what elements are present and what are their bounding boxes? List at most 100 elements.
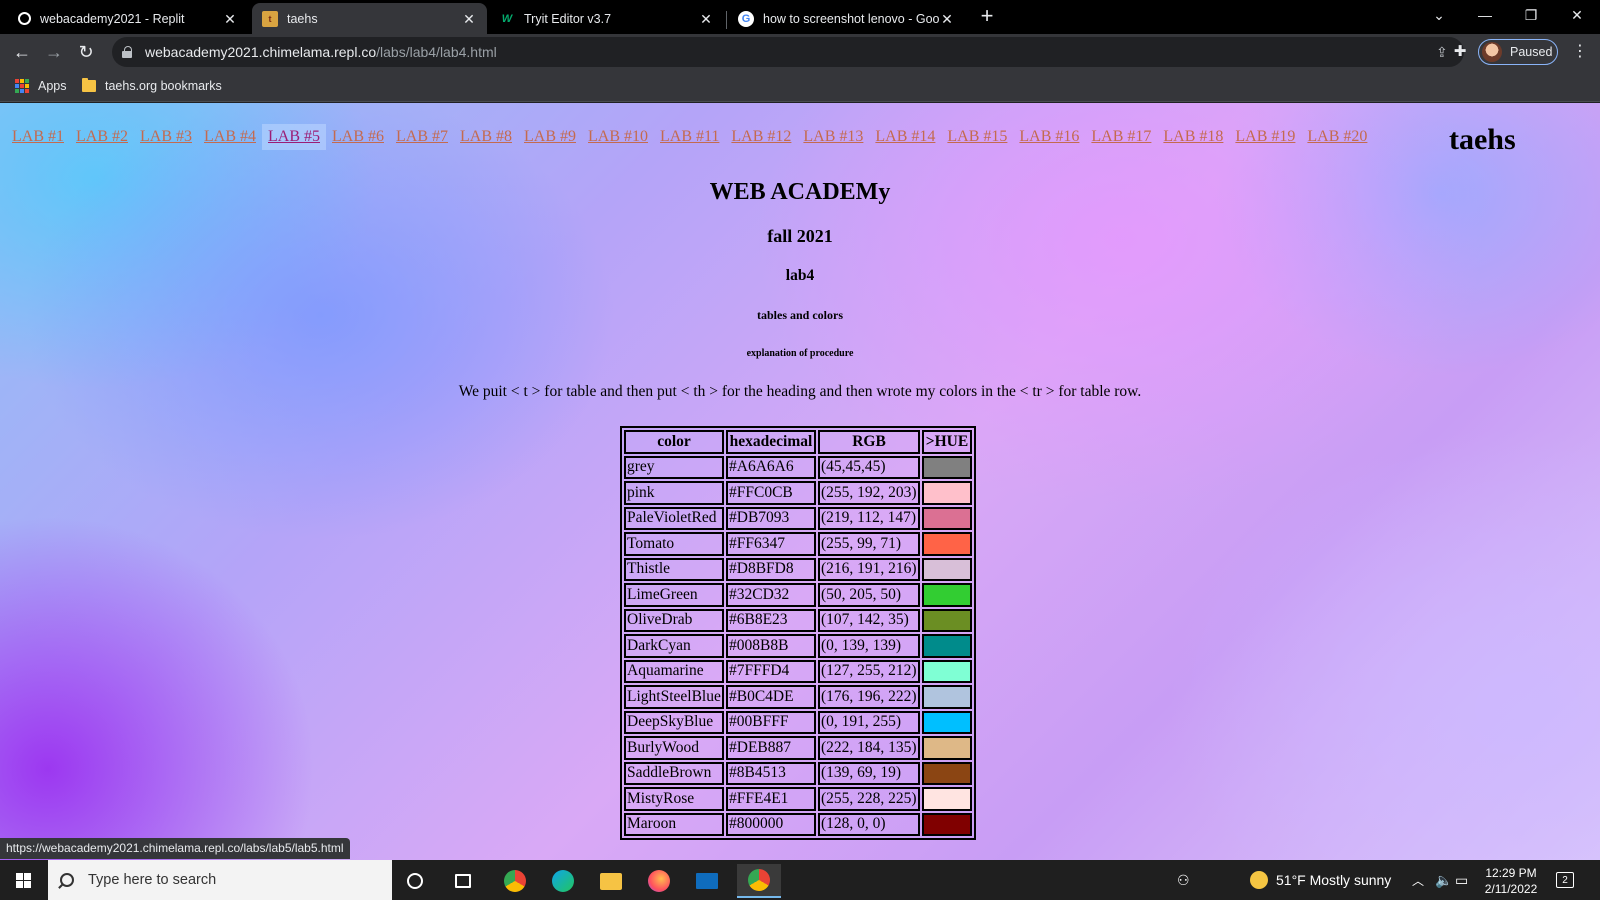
lab-link-3[interactable]: LAB #3 <box>134 124 198 150</box>
tab-title: how to screenshot lenovo - Goog <box>763 11 939 26</box>
cell-color-name: LimeGreen <box>624 583 724 607</box>
bookmark-taehs-folder[interactable]: taehs.org bookmarks <box>82 77 222 95</box>
cell-rgb: (219, 112, 147) <box>818 506 920 530</box>
cell-rgb: (127, 255, 212) <box>818 659 920 683</box>
back-arrow-icon[interactable]: ← <box>8 38 36 66</box>
close-icon[interactable]: ✕ <box>461 11 477 27</box>
lab-link-1[interactable]: LAB #1 <box>6 124 70 150</box>
address-bar[interactable]: webacademy2021.chimelama.repl.co/labs/la… <box>112 37 1464 67</box>
tab-taehs[interactable]: t taehs ✕ <box>252 3 487 34</box>
cell-color-name: MistyRose <box>624 787 724 811</box>
lab-link-7[interactable]: LAB #7 <box>390 124 454 150</box>
cell-color-name: PaleVioletRed <box>624 506 724 530</box>
lab-link-18[interactable]: LAB #18 <box>1157 124 1229 150</box>
table-header-row: color hexadecimal RGB >HUE <box>624 430 972 454</box>
site-brand: taehs <box>1449 123 1516 156</box>
lab-link-16[interactable]: LAB #16 <box>1013 124 1085 150</box>
lab-link-6[interactable]: LAB #6 <box>326 124 390 150</box>
lab-link-8[interactable]: LAB #8 <box>454 124 518 150</box>
color-swatch <box>922 583 972 607</box>
speaker-icon[interactable]: 🔈 <box>1435 860 1452 900</box>
browser-toolbar: ← → ↻ webacademy2021.chimelama.repl.co/l… <box>0 34 1600 70</box>
lab-link-5[interactable]: LAB #5 <box>262 124 326 150</box>
share-icon[interactable]: ⇪ <box>1436 44 1452 60</box>
lab-link-2[interactable]: LAB #2 <box>70 124 134 150</box>
forward-arrow-icon[interactable]: → <box>40 38 68 66</box>
taskbar: Type here to search ⚇ 51°F Mostly sunny … <box>0 860 1600 900</box>
edge-icon[interactable] <box>541 864 585 898</box>
table-row: Thistle #D8BFD8 (216, 191, 216) <box>624 557 972 581</box>
bookmarks-bar: Apps taehs.org bookmarks <box>0 70 1600 102</box>
cell-rgb: (0, 139, 139) <box>818 634 920 658</box>
lab-link-10[interactable]: LAB #10 <box>582 124 654 150</box>
cell-hex: #A6A6A6 <box>726 455 816 479</box>
tab-google[interactable]: G how to screenshot lenovo - Goog ✕ <box>728 3 965 34</box>
cortana-icon[interactable] <box>393 864 437 898</box>
header-rgb: RGB <box>818 430 920 454</box>
close-icon[interactable]: ✕ <box>222 11 238 27</box>
network-icon[interactable]: ▭ <box>1455 860 1468 900</box>
cell-color-name: Aquamarine <box>624 659 724 683</box>
color-swatch <box>922 787 972 811</box>
cell-hex: #6B8E23 <box>726 608 816 632</box>
color-swatch <box>922 634 972 658</box>
lab-link-14[interactable]: LAB #14 <box>869 124 941 150</box>
table-row: grey #A6A6A6 (45,45,45) <box>624 455 972 479</box>
lab-link-12[interactable]: LAB #12 <box>725 124 797 150</box>
tab-tryit[interactable]: W Tryit Editor v3.7 ✕ <box>489 3 724 34</box>
taskbar-search-box[interactable]: Type here to search <box>48 860 392 900</box>
people-icon[interactable]: ⚇ <box>1177 860 1190 900</box>
weather-widget[interactable]: 51°F Mostly sunny <box>1250 860 1391 900</box>
task-view-icon[interactable] <box>441 864 485 898</box>
search-placeholder: Type here to search <box>88 872 217 888</box>
kebab-menu-icon[interactable]: ⋮ <box>1572 42 1588 62</box>
notification-center-icon[interactable]: 2 <box>1556 860 1574 900</box>
cell-rgb: (255, 99, 71) <box>818 532 920 556</box>
procedure-paragraph: We puit < t > for table and then put < t… <box>458 383 1142 400</box>
cell-rgb: (139, 69, 19) <box>818 761 920 785</box>
close-icon[interactable]: ✕ <box>939 11 955 27</box>
lab-link-11[interactable]: LAB #11 <box>654 124 725 150</box>
lab-link-9[interactable]: LAB #9 <box>518 124 582 150</box>
color-swatch <box>922 659 972 683</box>
table-row: LimeGreen #32CD32 (50, 205, 50) <box>624 583 972 607</box>
extensions-puzzle-icon[interactable]: ✚ <box>1452 44 1468 60</box>
lab-link-19[interactable]: LAB #19 <box>1229 124 1301 150</box>
minimize-icon[interactable]: — <box>1462 0 1508 32</box>
profile-button[interactable]: Paused <box>1478 39 1558 65</box>
lab-link-20[interactable]: LAB #20 <box>1301 124 1373 150</box>
system-clock[interactable]: 12:29 PM 2/11/2022 <box>1476 865 1546 897</box>
lab-link-15[interactable]: LAB #15 <box>941 124 1013 150</box>
window-close-icon[interactable]: ✕ <box>1554 0 1600 32</box>
folder-icon <box>82 78 96 92</box>
lab-link-4[interactable]: LAB #4 <box>198 124 262 150</box>
mail-icon[interactable] <box>685 864 729 898</box>
tab-search-chevron-icon[interactable]: ⌄ <box>1416 0 1462 32</box>
bookmark-apps[interactable]: Apps <box>15 77 67 95</box>
chrome-icon[interactable] <box>493 864 537 898</box>
tab-replit[interactable]: webacademy2021 - Replit ✕ <box>8 3 248 34</box>
cell-rgb: (255, 192, 203) <box>818 481 920 505</box>
tab-strip: webacademy2021 - Replit ✕ t taehs ✕ W Tr… <box>0 0 1600 34</box>
start-button[interactable] <box>0 860 46 900</box>
cell-hex: #7FFFD4 <box>726 659 816 683</box>
new-tab-button[interactable]: + <box>977 5 997 27</box>
cell-color-name: grey <box>624 455 724 479</box>
avatar <box>1482 42 1502 62</box>
reload-icon[interactable]: ↻ <box>72 38 100 66</box>
bookmark-label: taehs.org bookmarks <box>105 79 222 93</box>
cell-rgb: (50, 205, 50) <box>818 583 920 607</box>
topic-heading: tables and colors <box>756 308 843 322</box>
chrome-profile-icon[interactable] <box>737 864 781 898</box>
lab-link-17[interactable]: LAB #17 <box>1085 124 1157 150</box>
cell-hex: #800000 <box>726 812 816 836</box>
lab-link-13[interactable]: LAB #13 <box>797 124 869 150</box>
cell-hex: #DB7093 <box>726 506 816 530</box>
restore-icon[interactable]: ❐ <box>1508 0 1554 32</box>
firefox-icon[interactable] <box>637 864 681 898</box>
file-explorer-icon[interactable] <box>589 864 633 898</box>
show-hidden-icons-chevron-icon[interactable]: ︿ <box>1412 860 1424 900</box>
cell-rgb: (176, 196, 222) <box>818 685 920 709</box>
clock-time: 12:29 PM <box>1485 866 1537 880</box>
close-icon[interactable]: ✕ <box>698 11 714 27</box>
